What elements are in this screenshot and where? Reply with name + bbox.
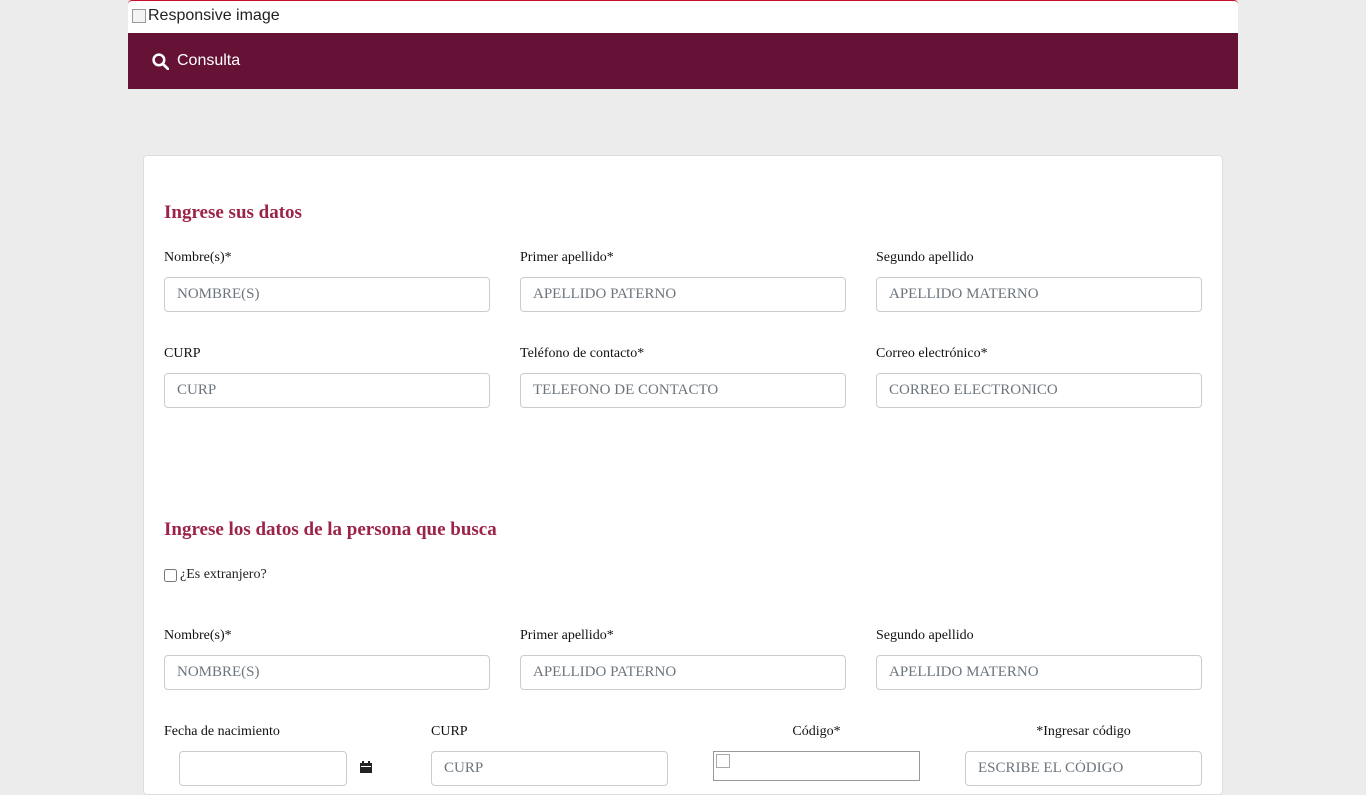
banner-image: Responsive image [132,7,280,25]
label-curp: CURP [164,346,201,361]
label-codigo: Código* [792,724,841,739]
search-icon [152,52,169,70]
label-curp-busca: CURP [431,724,468,739]
label-fecha-nacimiento: Fecha de nacimiento [164,724,280,739]
form-card: Ingrese sus datos Nombre(s)* Primer apel… [143,155,1223,795]
label-ingresar-codigo: *Ingresar código [1036,724,1131,739]
label-segundo-apellido: Segundo apellido [876,250,974,265]
label-segundo-apellido-busca: Segundo apellido [876,628,974,643]
broken-image-icon [716,754,730,768]
extranjero-checkbox[interactable] [164,568,177,582]
input-codigo[interactable] [965,751,1202,786]
label-primer-apellido-busca: Primer apellido* [520,628,614,643]
input-segundo-apellido[interactable] [876,277,1202,312]
input-nombre-busca[interactable] [164,655,490,690]
captcha-image [713,751,920,781]
banner-alt-text: Responsive image [148,7,280,24]
input-telefono[interactable] [520,373,846,408]
label-nombre: Nombre(s)* [164,250,232,265]
label-correo: Correo electrónico* [876,346,988,361]
nav-consulta[interactable]: Consulta [152,33,240,89]
header-banner: Responsive image [128,0,1238,33]
extranjero-row: ¿Es extranjero? [164,567,267,583]
input-primer-apellido-busca[interactable] [520,655,846,690]
input-correo[interactable] [876,373,1202,408]
calendar-icon[interactable] [359,760,373,774]
main-navbar: Consulta [128,33,1238,89]
section-title-person-search: Ingrese los datos de la persona que busc… [164,519,497,540]
input-segundo-apellido-busca[interactable] [876,655,1202,690]
extranjero-label: ¿Es extranjero? [180,567,267,582]
nav-consulta-label: Consulta [177,52,241,69]
section-title-your-data: Ingrese sus datos [164,202,302,223]
label-nombre-busca: Nombre(s)* [164,628,232,643]
broken-image-icon [132,9,146,23]
input-curp-busca[interactable] [431,751,668,786]
input-curp[interactable] [164,373,490,408]
label-primer-apellido: Primer apellido* [520,250,614,265]
input-primer-apellido[interactable] [520,277,846,312]
label-telefono: Teléfono de contacto* [520,346,645,361]
input-fecha-nacimiento[interactable] [179,751,347,786]
input-nombre[interactable] [164,277,490,312]
